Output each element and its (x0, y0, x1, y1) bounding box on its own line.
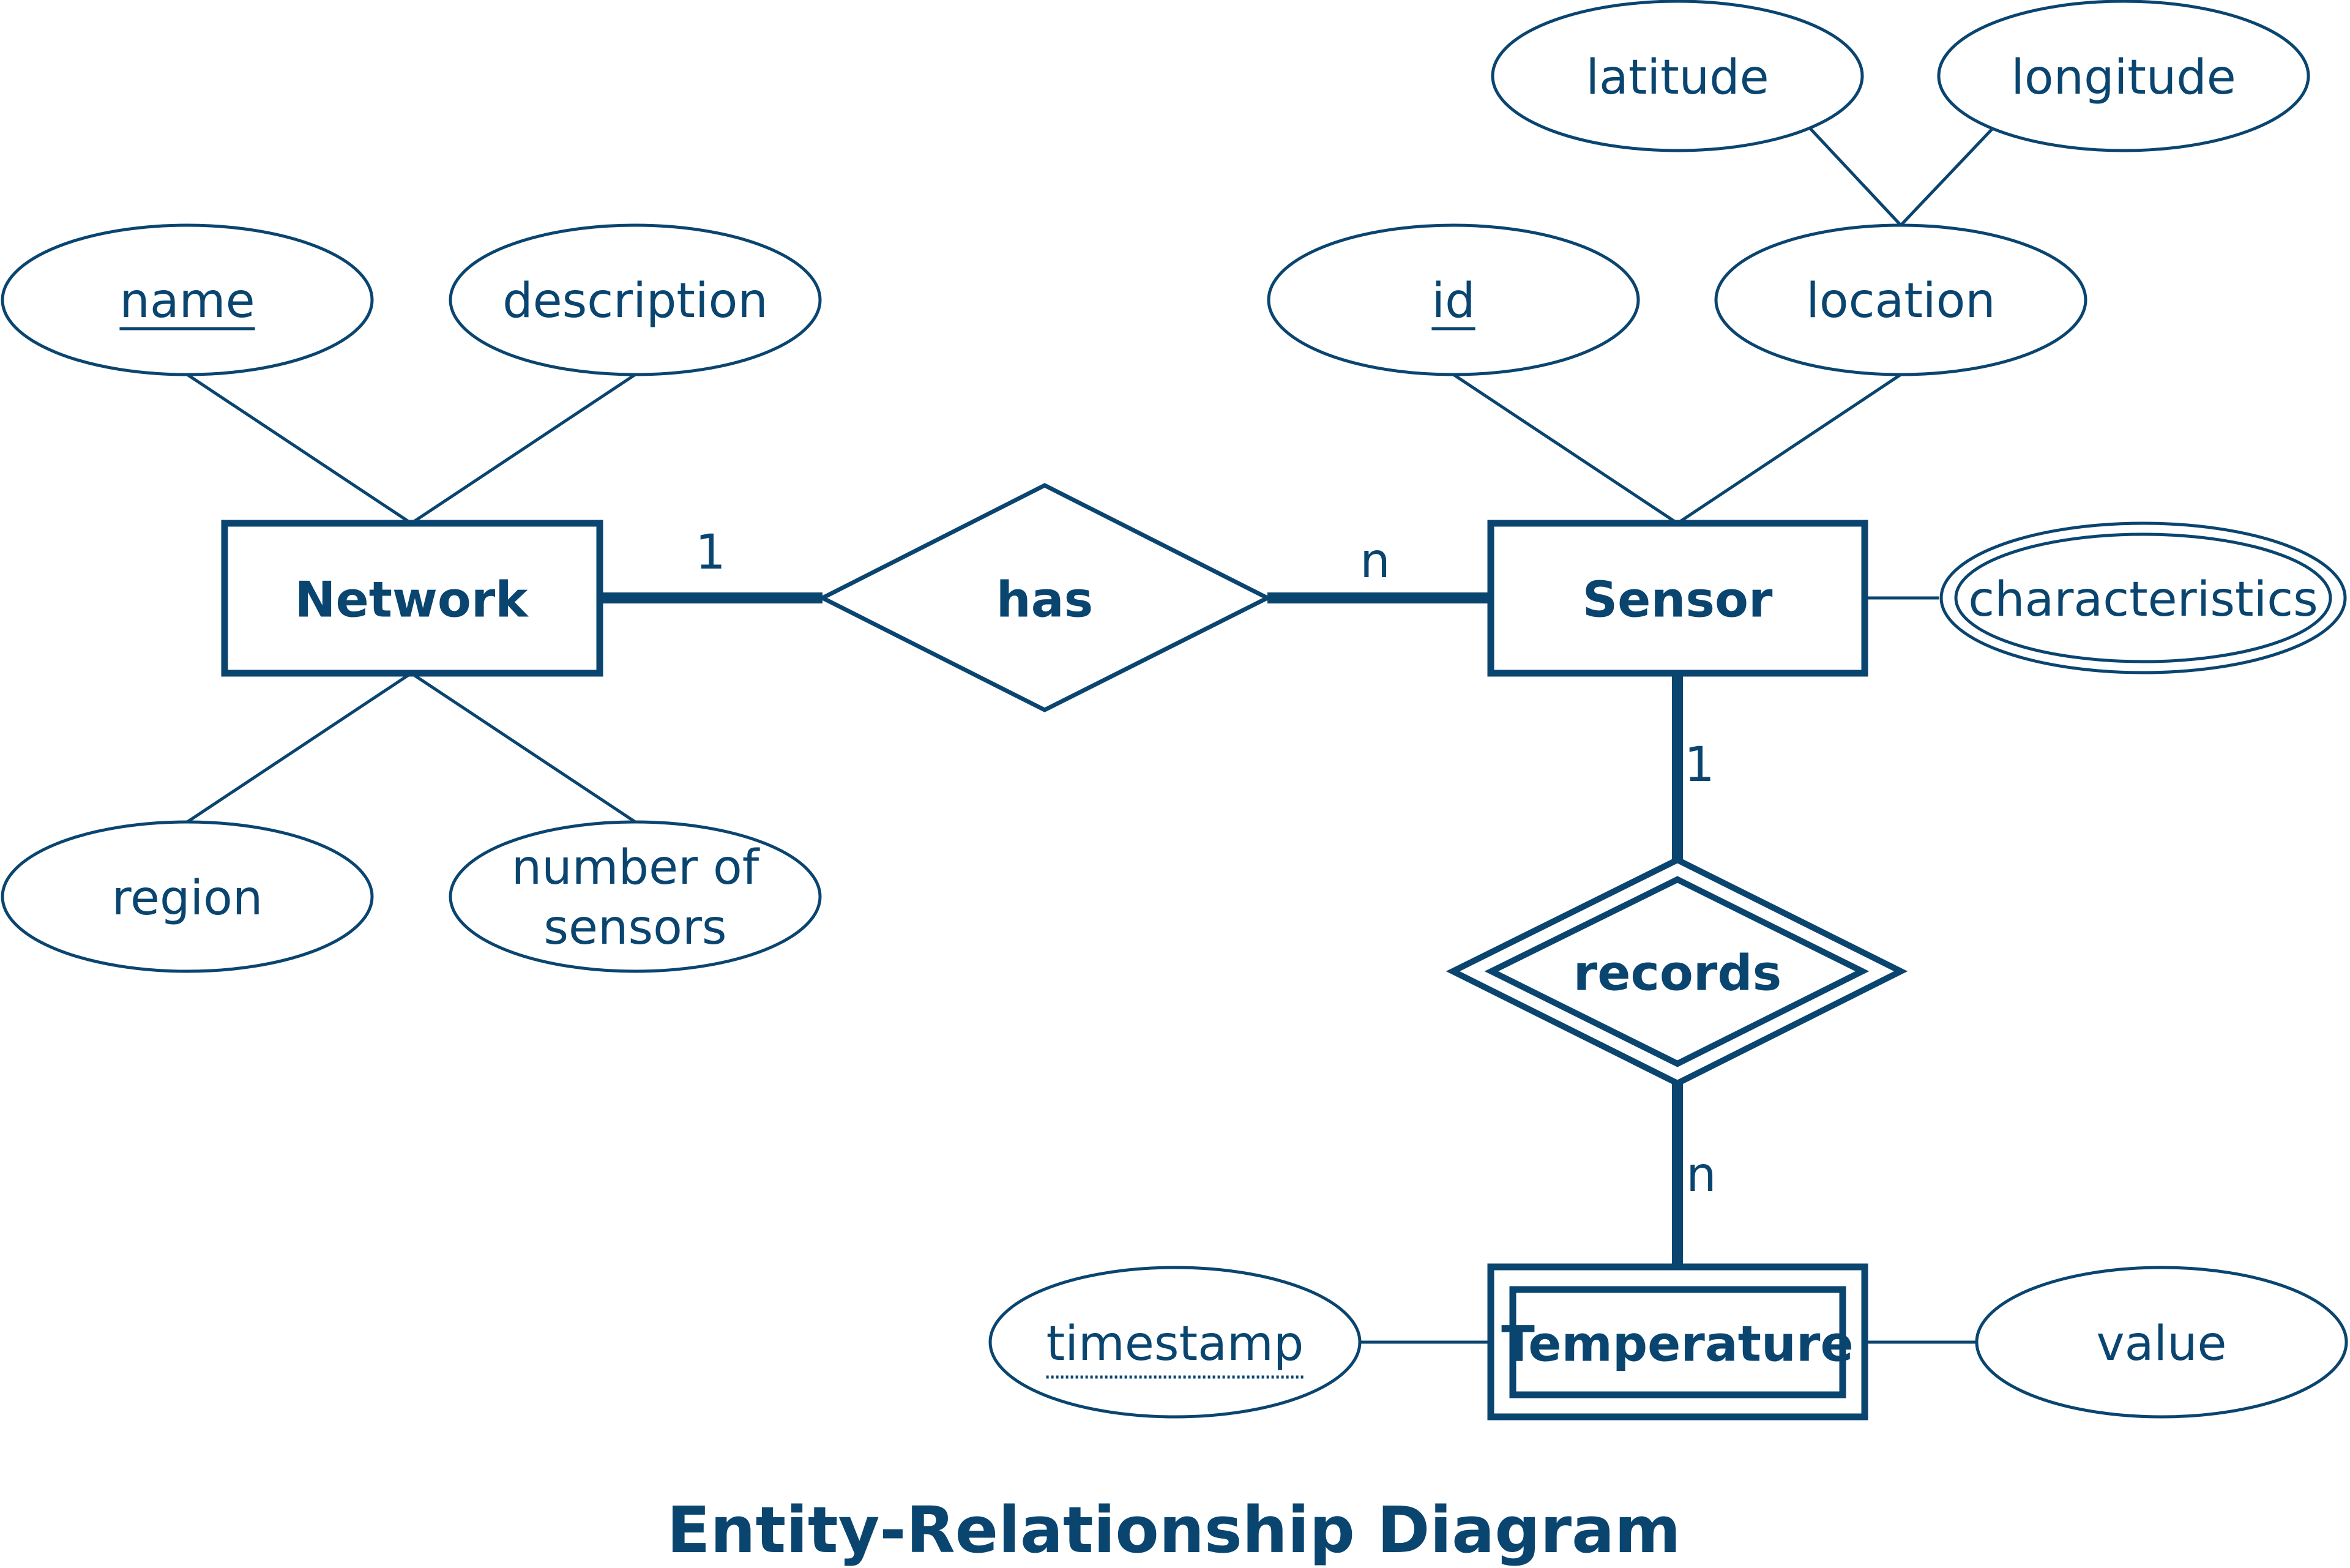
connector-region-network (186, 671, 412, 824)
attribute-description[interactable]: description (449, 223, 822, 376)
attribute-name[interactable]: name (1, 223, 374, 376)
cardinality-network-has: 1 (695, 525, 726, 580)
attribute-latitude-label: latitude (1586, 50, 1769, 105)
entity-network[interactable]: Network (221, 520, 603, 677)
connector-longitude-location (1900, 127, 1994, 226)
attribute-timestamp[interactable]: timestamp (988, 1266, 1362, 1419)
attribute-location-label: location (1806, 274, 1996, 329)
attribute-number-of-sensors[interactable]: number of sensors (449, 820, 822, 973)
cardinality-records-temperature: n (1686, 1148, 1716, 1203)
attribute-value-label: value (2096, 1316, 2226, 1372)
attribute-region[interactable]: region (1, 820, 374, 973)
connector-id-sensor (1452, 373, 1679, 525)
attribute-number-of-sensors-line1: number of (512, 840, 760, 895)
attribute-region-label: region (112, 871, 263, 926)
cardinality-has-sensor: n (1360, 534, 1390, 589)
connector-description-network (410, 373, 636, 525)
attribute-longitude-label: longitude (2011, 50, 2236, 105)
attribute-characteristics-label: characteristics (1968, 572, 2318, 627)
cardinality-sensor-records: 1 (1684, 737, 1715, 793)
attribute-name-label: name (119, 274, 255, 329)
attribute-timestamp-label: timestamp (1046, 1316, 1304, 1372)
attribute-longitude[interactable]: longitude (1937, 0, 2310, 152)
entity-temperature-label: Temperature (1501, 1316, 1853, 1373)
attribute-characteristics[interactable]: characteristics (1939, 521, 2347, 674)
entity-sensor[interactable]: Sensor (1487, 520, 1868, 677)
entity-temperature[interactable]: Temperature (1487, 1263, 1868, 1421)
er-diagram: Network Sensor Temperature has 1 n recor… (1, 0, 2348, 1567)
entity-network-label: Network (295, 572, 529, 629)
attribute-description-label: description (502, 274, 768, 329)
connector-location-sensor (1676, 373, 1902, 525)
attribute-id[interactable]: id (1267, 223, 1640, 376)
diagram-title: Entity-Relationship Diagram (666, 1493, 1680, 1567)
connector-name-network (186, 373, 412, 525)
connector-latitude-location (1809, 127, 1902, 226)
connector-number-of-sensors-network (410, 671, 636, 824)
attribute-value[interactable]: value (1975, 1266, 2348, 1419)
relationship-has[interactable]: has (818, 483, 1272, 712)
relationship-has-label: has (996, 572, 1094, 629)
attribute-id-label: id (1431, 274, 1475, 329)
attribute-number-of-sensors-line2: sensors (543, 900, 726, 955)
relationship-records[interactable]: records (1445, 856, 1908, 1087)
attribute-latitude[interactable]: latitude (1491, 0, 1864, 152)
entity-sensor-label: Sensor (1583, 572, 1773, 629)
attribute-location[interactable]: location (1714, 223, 2087, 376)
relationship-records-label: records (1573, 945, 1781, 1002)
